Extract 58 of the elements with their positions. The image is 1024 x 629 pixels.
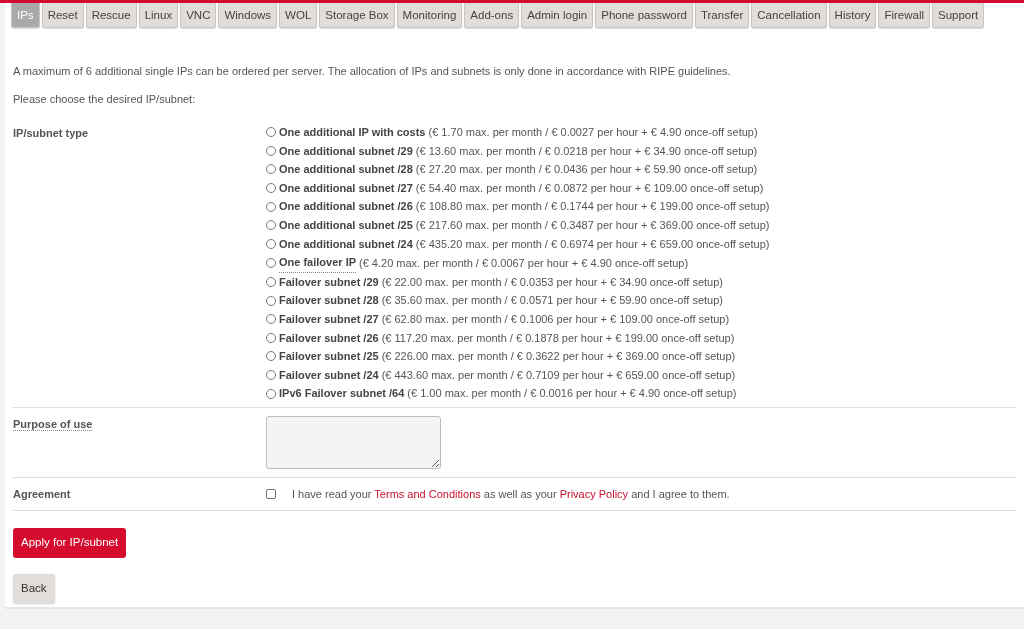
tab[interactable]: Transfer (694, 3, 750, 28)
tab[interactable]: Linux (138, 3, 179, 28)
apply-button[interactable]: Apply for IP/subnet (13, 528, 127, 558)
tab[interactable]: Cancellation (751, 3, 827, 28)
option-price: (€ 117.20 max. per month / € 0.1878 per hour + € 199.00 once-off setup) (381, 330, 735, 346)
back-button[interactable]: Back (13, 573, 55, 603)
option-price: (€ 108.80 max. per month / € 0.1744 per hour + € 199.00 once-off setup) (415, 199, 770, 215)
field-label: Agreement (13, 487, 71, 500)
option-price: (€ 435.20 max. per month / € 0.6974 per hour + € 659.00 once-off setup) (415, 236, 770, 252)
option-name[interactable]: Failover subnet /25 (279, 347, 379, 366)
option-price: (€ 443.60 max. per month / € 0.7109 per hour + € 659.00 once-off setup) (381, 367, 736, 383)
option-name[interactable]: One additional subnet /27 (279, 178, 413, 198)
purpose-field[interactable] (266, 415, 441, 469)
field-label: Purpose of use (13, 417, 93, 431)
option-price: (€ 1.70 max. per month / € 0.0027 per hour + € 4.90 once-off setup) (428, 125, 758, 140)
option-name[interactable]: One additional subnet /24 (279, 234, 413, 254)
option-name[interactable]: One additional subnet /28 (279, 160, 413, 179)
tab[interactable]: Firewall (878, 3, 930, 28)
tab[interactable]: Admin login (521, 3, 594, 28)
option-price: (€ 13.60 max. per month / € 0.0218 per hour + € 34.90 once-off setup) (415, 143, 758, 159)
option-price: (€ 22.00 max. per month / € 0.0353 per hour + € 34.90 once-off setup) (381, 274, 723, 290)
tab[interactable]: WOL (279, 3, 318, 28)
intro-text: A maximum of 6 additional single IPs can be ordered per server. The allocation of IPs and subnets is only done in accordance with RIPE guidelines. (13, 64, 732, 78)
option-name[interactable]: Failover subnet /26 (279, 328, 379, 348)
option-price: (€ 1.00 max. per month / € 0.0016 per hour + € 4.90 once-off setup) (407, 386, 737, 402)
option-name[interactable]: Failover subnet /28 (279, 291, 379, 310)
tab[interactable]: Monitoring (396, 3, 463, 28)
checkbox[interactable] (266, 489, 276, 500)
option-price: (€ 4.20 max. per month / € 0.0067 per hour + € 4.90 once-off setup) (359, 255, 689, 271)
link[interactable]: Terms and Conditions (374, 487, 481, 500)
option-name[interactable]: One additional IP with costs (279, 123, 426, 142)
option-price: (€ 217.60 max. per month / € 0.3487 per hour + € 369.00 once-off setup) (415, 217, 770, 233)
option-name[interactable]: Failover subnet /29 (279, 272, 379, 292)
option-name[interactable]: One additional subnet /25 (279, 215, 413, 235)
tab[interactable]: Phone password (595, 3, 693, 28)
option-price: (€ 27.20 max. per month / € 0.0436 per hour + € 59.90 once-off setup) (415, 162, 758, 178)
tab[interactable]: Add-ons (464, 3, 520, 28)
option-price: (€ 35.60 max. per month / € 0.0571 per hour + € 59.90 once-off setup) (381, 293, 723, 309)
option-price: (€ 62.80 max. per month / € 0.1006 per hour + € 109.00 once-off setup) (381, 311, 730, 327)
link[interactable]: Privacy Policy (559, 487, 629, 500)
tab[interactable]: Support (932, 3, 985, 28)
option-name[interactable]: One additional subnet /29 (279, 141, 413, 161)
option-name[interactable]: One additional subnet /26 (279, 197, 413, 216)
agreement-text: I have read your Terms and Conditions as well as your Privacy Policy and I agree to them. (292, 486, 730, 502)
option-name[interactable]: One failover IP (279, 253, 357, 273)
option-name[interactable]: Failover subnet /27 (279, 309, 379, 329)
tab[interactable]: Reset (41, 3, 84, 28)
option-name[interactable]: IPv6 Failover subnet /64 (279, 384, 405, 403)
option-price: (€ 54.40 max. per month / € 0.0872 per hour + € 109.00 once-off setup) (415, 180, 764, 196)
option-price: (€ 226.00 max. per month / € 0.3622 per hour + € 369.00 once-off setup) (381, 349, 736, 365)
tab[interactable]: Windows (218, 3, 278, 28)
tab[interactable]: VNC (180, 3, 217, 28)
intro-text: Please choose the desired IP/subnet: (13, 92, 197, 106)
option-name[interactable]: Failover subnet /24 (279, 365, 379, 385)
tab[interactable]: Rescue (85, 3, 137, 28)
tab[interactable]: Storage Box (319, 3, 395, 28)
field-label: IP/subnet type (13, 127, 89, 139)
tab[interactable]: History (828, 3, 877, 28)
